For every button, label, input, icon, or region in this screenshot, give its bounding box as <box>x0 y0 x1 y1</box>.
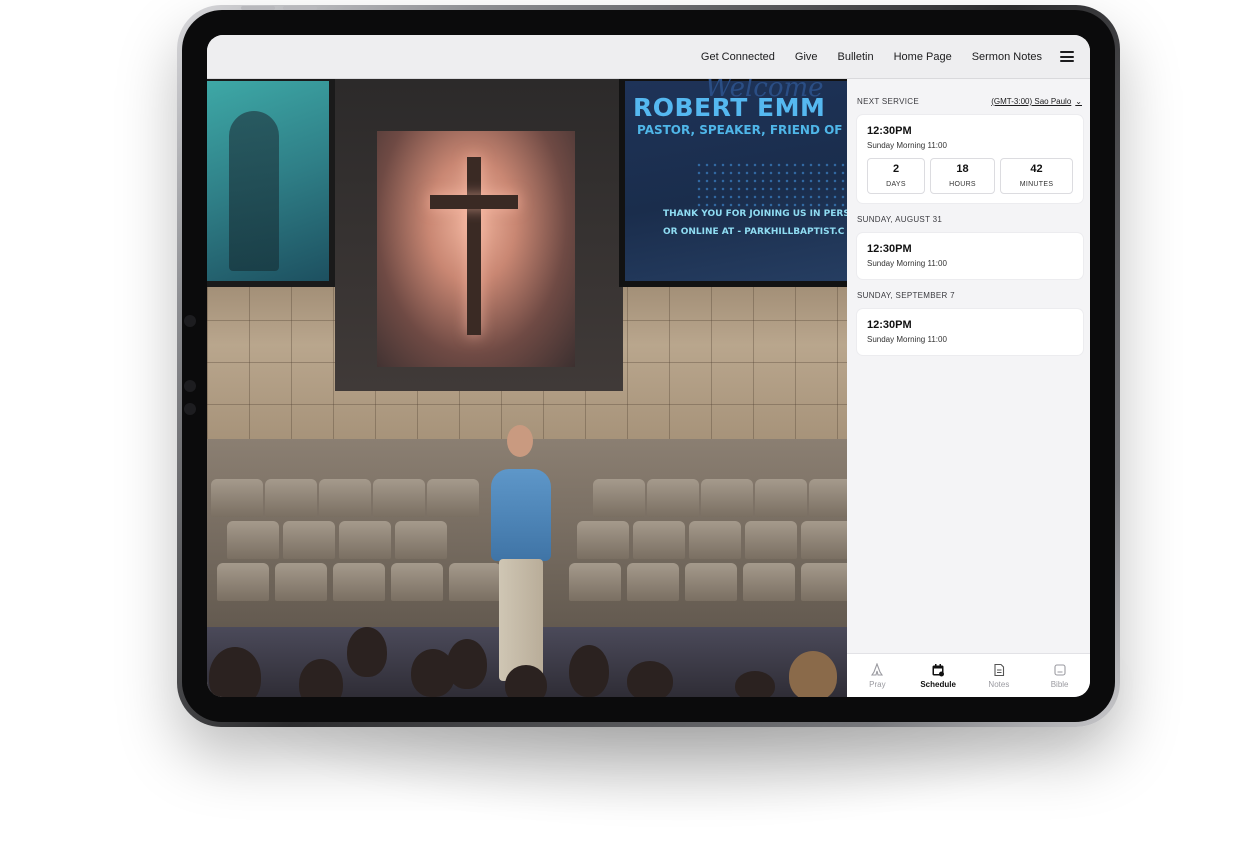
bible-icon <box>1053 663 1067 677</box>
tab-schedule[interactable]: Schedule <box>908 654 969 697</box>
countdown: 2 DAYS 18 HOURS 42 MINUTES <box>867 158 1073 194</box>
tab-label: Notes <box>988 680 1010 689</box>
schedule-panel: NEXT SERVICE (GMT-3:00) Sao Paulo ⌄ 12:3… <box>847 79 1090 653</box>
nav-home-page[interactable]: Home Page <box>894 51 952 63</box>
next-service-card[interactable]: 12:30PM Sunday Morning 11:00 2 DAYS 18 H… <box>857 115 1083 203</box>
screen-speaker-name: ROBERT EMM <box>633 93 826 122</box>
screen-thanks-text: THANK YOU FOR JOINING US IN PERS OR ONLI… <box>663 209 847 237</box>
tab-label: Pray <box>869 680 886 689</box>
side-screen-left <box>207 79 335 287</box>
calendar-icon <box>931 663 945 677</box>
date-heading: SUNDAY, AUGUST 31 <box>857 215 943 224</box>
nav-get-connected[interactable]: Get Connected <box>701 51 775 63</box>
timezone-value: (GMT-3:00) Sao Paulo <box>991 97 1072 106</box>
nav-sermon-notes[interactable]: Sermon Notes <box>972 51 1042 63</box>
service-name: Sunday Morning 11:00 <box>867 259 947 268</box>
service-name: Sunday Morning 11:00 <box>867 335 947 344</box>
bottom-tab-bar: Pray Schedule Notes Bible <box>847 653 1090 697</box>
service-time: 12:30PM <box>867 125 912 137</box>
nav-give[interactable]: Give <box>795 51 818 63</box>
countdown-minutes: 42 MINUTES <box>1000 158 1073 194</box>
tab-pray[interactable]: Pray <box>847 654 908 697</box>
countdown-days: 2 DAYS <box>867 158 925 194</box>
camera-icon <box>184 315 196 327</box>
tab-label: Schedule <box>920 680 956 689</box>
screen-speaker-subtitle: PASTOR, SPEAKER, FRIEND OF PA <box>637 123 847 137</box>
speaker-figure <box>491 469 551 561</box>
service-name: Sunday Morning 11:00 <box>867 141 947 150</box>
countdown-hours: 18 HOURS <box>930 158 995 194</box>
next-service-label: NEXT SERVICE <box>857 97 919 106</box>
chevron-down-icon: ⌄ <box>1075 97 1082 106</box>
service-time: 12:30PM <box>867 319 912 331</box>
sermon-photo: Welcome ROBERT EMM PASTOR, SPEAKER, FRIE… <box>207 79 847 697</box>
service-card[interactable]: 12:30PM Sunday Morning 11:00 <box>857 309 1083 355</box>
service-time: 12:30PM <box>867 243 912 255</box>
date-heading: SUNDAY, SEPTEMBER 7 <box>857 291 955 300</box>
sensor-icon <box>184 380 196 392</box>
cross-icon <box>467 157 481 335</box>
notes-icon <box>992 663 1006 677</box>
tab-bible[interactable]: Bible <box>1029 654 1090 697</box>
service-card[interactable]: 12:30PM Sunday Morning 11:00 <box>857 233 1083 279</box>
hamburger-icon[interactable] <box>1060 51 1074 62</box>
sensor-icon <box>184 403 196 415</box>
timezone-selector[interactable]: (GMT-3:00) Sao Paulo ⌄ <box>991 97 1082 106</box>
side-screen-right: Welcome ROBERT EMM PASTOR, SPEAKER, FRIE… <box>619 79 847 287</box>
pray-icon <box>870 663 884 677</box>
tablet-screen: Get Connected Give Bulletin Home Page Se… <box>207 35 1090 697</box>
tab-notes[interactable]: Notes <box>969 654 1030 697</box>
top-navigation: Get Connected Give Bulletin Home Page Se… <box>207 35 1090 79</box>
nav-bulletin[interactable]: Bulletin <box>838 51 874 63</box>
tab-label: Bible <box>1050 680 1069 689</box>
